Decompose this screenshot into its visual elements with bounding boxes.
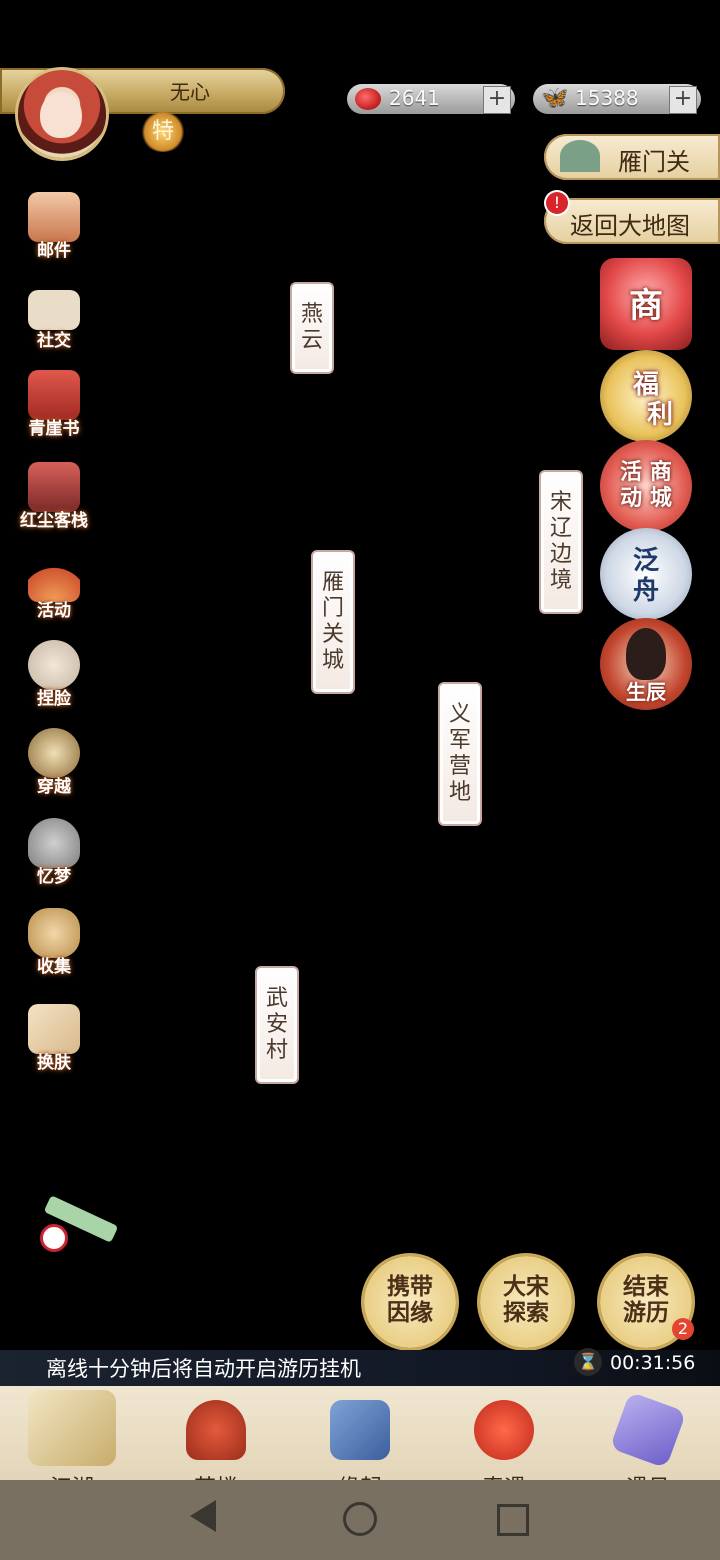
butterfly-icon: 🦋	[541, 86, 569, 111]
teapot-icon	[186, 1400, 246, 1460]
explore-song-button[interactable]: 大宋 探索	[480, 1256, 572, 1348]
pouch-icon	[28, 908, 80, 958]
inn-icon	[28, 462, 80, 512]
carry-fate-button[interactable]: 携带 因缘	[364, 1256, 456, 1348]
book-icon	[28, 370, 80, 420]
recents-icon[interactable]	[497, 1504, 529, 1536]
music-toggle-button[interactable]	[40, 1182, 120, 1252]
maple-leaf-icon	[474, 1400, 534, 1460]
butterfly-count: 15388	[575, 86, 639, 110]
vip-badge[interactable]: 特	[140, 112, 186, 152]
menu-activity[interactable]: 活动	[18, 552, 90, 624]
location-title: 雁门关	[544, 134, 720, 180]
menu-mail[interactable]: 邮件	[18, 192, 90, 264]
menu-book[interactable]: 青崖书	[18, 370, 90, 442]
face-icon	[28, 640, 80, 690]
swirl-icon	[28, 728, 80, 778]
currency-beans: 2641 +	[347, 84, 515, 114]
shop-button[interactable]: 商	[600, 258, 692, 350]
map-location-yanyun[interactable]: 燕云	[290, 282, 334, 374]
mountain-icon	[560, 140, 600, 172]
welfare-button[interactable]: 福 利	[600, 350, 692, 442]
chat-icon	[28, 290, 80, 330]
menu-skin[interactable]: 换肤	[18, 1004, 90, 1076]
menu-memory[interactable]: 忆梦	[18, 818, 90, 890]
back-icon[interactable]	[190, 1500, 216, 1532]
back-to-map-button[interactable]: 返回大地图	[544, 198, 720, 244]
add-beans-button[interactable]: +	[483, 86, 511, 114]
menu-collect[interactable]: 收集	[18, 908, 90, 980]
menu-travel[interactable]: 穿越	[18, 728, 90, 800]
map-location-wuan-village[interactable]: 武安村	[255, 966, 299, 1084]
menu-social[interactable]: 社交	[18, 282, 90, 354]
count-badge: 2	[672, 1318, 694, 1340]
timer: 00:31:56	[610, 1352, 696, 1374]
hourglass-icon: ⌛	[574, 1348, 602, 1376]
notice-text: 离线十分钟后将自动开启游历挂机	[46, 1357, 361, 1381]
book-icon	[330, 1400, 390, 1460]
map-scroll-icon	[28, 1390, 116, 1466]
character-portrait-icon	[626, 628, 666, 680]
map-location-song-liao-border[interactable]: 宋辽边境	[539, 470, 583, 614]
birthday-button[interactable]: 生辰	[600, 618, 692, 710]
boat-button[interactable]: 泛 舟	[600, 528, 692, 620]
currency-butterfly: 🦋 15388 +	[533, 84, 701, 114]
crystal-icon	[609, 1391, 687, 1469]
player-name: 无心	[170, 80, 210, 104]
alert-badge: !	[546, 192, 568, 214]
fan-icon	[28, 552, 80, 602]
menu-face[interactable]: 捏脸	[18, 640, 90, 712]
avatar-face	[40, 92, 82, 138]
end-journey-button[interactable]: 结束 游历 2	[600, 1256, 694, 1348]
scroll-icon	[28, 1004, 80, 1054]
map-location-yanmenguan-city[interactable]: 雁门关城	[311, 550, 355, 694]
map-location-militia-camp[interactable]: 义军营地	[438, 682, 482, 826]
event-mall-button[interactable]: 活 商 动 城	[600, 440, 692, 532]
mail-icon	[28, 192, 80, 242]
red-bean-icon	[355, 88, 381, 110]
bean-count: 2641	[389, 86, 440, 110]
home-icon[interactable]	[343, 1502, 377, 1536]
mute-icon	[40, 1224, 68, 1252]
menu-inn[interactable]: 红尘客栈	[18, 462, 90, 534]
add-butterfly-button[interactable]: +	[669, 86, 697, 114]
lotus-icon	[28, 818, 80, 868]
